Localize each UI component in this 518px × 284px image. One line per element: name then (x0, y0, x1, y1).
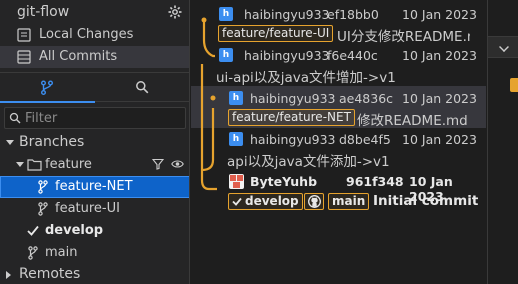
branch-icon (28, 246, 38, 260)
commit-row-selected[interactable]: h haibingyu933 ae4836c 10 Jan 2023 featu… (191, 88, 486, 129)
repo-title: git-flow (17, 4, 70, 20)
tree-item-feature-ui[interactable]: feature-UI (0, 198, 189, 220)
commit-author: haibingyu933 (250, 91, 336, 106)
tab-branches[interactable] (0, 73, 95, 103)
chevron-right-icon (6, 271, 11, 279)
commit-row[interactable]: h haibingyu933 f6e440c 10 Jan 2023 ui-ap… (191, 44, 486, 86)
branch-icon (38, 202, 48, 216)
view-label: All Commits (39, 49, 118, 64)
branch-icon (38, 180, 48, 194)
chevron-icon[interactable] (499, 42, 509, 52)
tab-search[interactable] (95, 73, 189, 102)
commit-date: 10 Jan 2023 (402, 91, 477, 106)
view-local-changes[interactable]: Local Changes (0, 24, 189, 46)
commit-date: 10 Jan 2023 (402, 48, 477, 63)
avatar: h (229, 91, 243, 105)
branch-label: feature-UI (55, 201, 120, 216)
commit-date: 10 Jan 2023 (402, 7, 477, 22)
check-icon (27, 225, 39, 236)
view-label: Local Changes (39, 27, 134, 42)
view-all-commits[interactable]: All Commits (0, 46, 189, 68)
avatar: h (219, 7, 233, 21)
filter-input[interactable] (25, 108, 183, 128)
gear-icon[interactable] (168, 5, 182, 19)
commit-row[interactable]: h haibingyu933 ef18bb0 10 Jan 2023 featu… (191, 4, 486, 45)
commit-author: haibingyu933 (244, 48, 330, 63)
section-branches[interactable]: Branches (0, 132, 189, 154)
branch-label: main (45, 245, 78, 260)
commit-row[interactable]: h haibingyu933 d8be4f5 10 Jan 2023 api以及… (191, 128, 486, 170)
eye-icon[interactable] (171, 158, 184, 170)
folder-label: feature (45, 157, 92, 172)
avatar: h (229, 132, 243, 146)
branch-label: develop (45, 223, 104, 238)
commit-hash: ae4836c (339, 91, 394, 106)
commit-message: ui-api以及java文件增加->v1 (216, 70, 396, 86)
all-commits-icon (17, 50, 31, 64)
filter-box (4, 107, 186, 129)
section-label: Remotes (19, 266, 81, 282)
commit-author: haibingyu933 (250, 132, 336, 147)
ref-label: develop (245, 194, 299, 208)
branch-label: feature-NET (55, 179, 133, 194)
commit-hash: f6e440c (327, 48, 378, 63)
detail-panel-edge (487, 0, 518, 284)
commit-hash: ef18bb0 (327, 7, 379, 22)
tree-item-main[interactable]: main (0, 242, 189, 264)
section-label: Branches (19, 134, 85, 150)
branch-icon (41, 80, 53, 95)
check-icon (232, 197, 242, 206)
commit-hash: 961f348 (346, 174, 404, 189)
ref-tag-marker (510, 78, 518, 92)
github-icon (308, 195, 321, 208)
remote-ref-badge[interactable] (304, 193, 324, 210)
commit-date: 10 Jan 2023 (402, 132, 477, 147)
commit-message: Initial commit (373, 193, 478, 209)
commit-message: api以及java文件添加->v1 (227, 154, 390, 170)
sidebar-tabs (0, 72, 189, 103)
section-remotes[interactable]: Remotes (0, 264, 189, 284)
commit-message: UI分支修改README.md (337, 29, 470, 45)
ref-badge[interactable]: feature/feature-NET (228, 109, 355, 126)
chevron-down-icon (16, 162, 24, 167)
tree-item-feature-net[interactable]: feature-NET (0, 176, 189, 198)
filter-icon[interactable] (151, 158, 165, 170)
ref-badge[interactable]: feature/feature-UI (218, 25, 334, 42)
ref-badge-main[interactable]: main (328, 193, 370, 210)
search-icon (9, 112, 21, 124)
tree-item-develop[interactable]: develop (0, 220, 189, 242)
commit-hash: d8be4f5 (339, 132, 391, 147)
chevron-down-icon (6, 140, 14, 145)
folder-actions (151, 158, 184, 174)
commit-author: haibingyu933 (244, 7, 330, 22)
tree-folder-feature[interactable]: feature (0, 154, 189, 176)
commit-list: h haibingyu933 ef18bb0 10 Jan 2023 featu… (191, 0, 486, 284)
commit-message: 修改README.md (357, 113, 468, 129)
folder-icon (27, 159, 42, 171)
local-changes-icon (17, 28, 31, 42)
commit-author: ByteYuhb (250, 174, 318, 189)
sidebar-header: git-flow (0, 0, 189, 24)
search-icon (136, 81, 149, 94)
ref-badge-develop[interactable]: develop (228, 193, 303, 210)
commit-row[interactable]: ByteYuhb 961f348 10 Jan 2023 develop mai… (191, 170, 486, 214)
detail-panel-header (488, 36, 518, 58)
user-avatar (229, 174, 244, 189)
sidebar: git-flow Local Changes All Commits Filte… (0, 0, 190, 284)
avatar: h (219, 48, 233, 62)
